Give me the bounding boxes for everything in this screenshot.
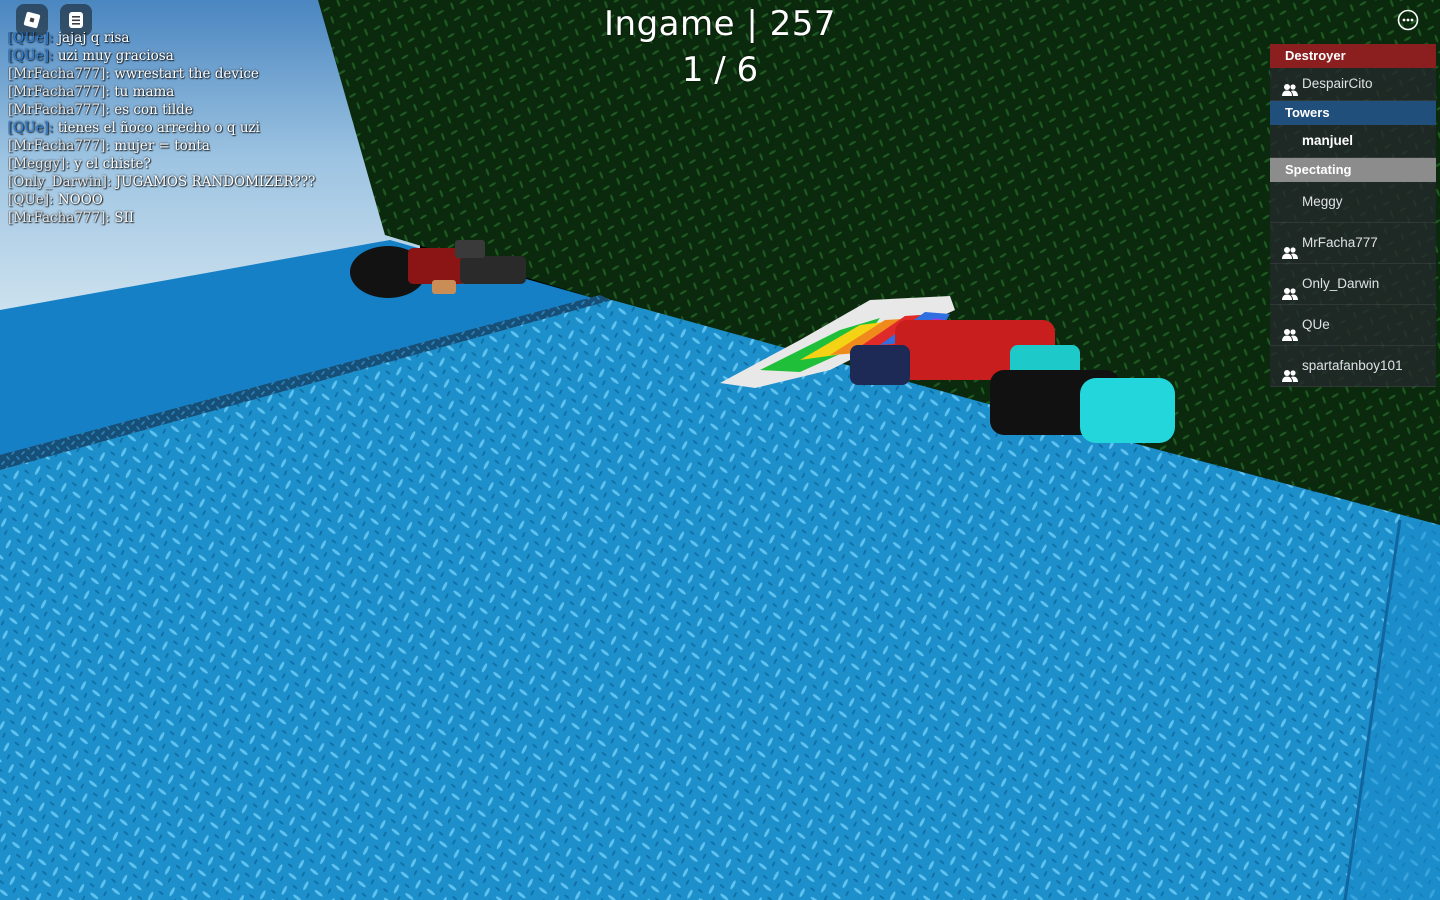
friends-icon bbox=[1282, 236, 1298, 259]
more-options-button[interactable] bbox=[1397, 9, 1419, 31]
chat-message-text: tienes el ñoco arrecho o q uzi bbox=[53, 120, 260, 136]
chat-message: [Only_Darwin]: JUGAMOS RANDOMIZER??? bbox=[8, 173, 315, 191]
chat-message-author[interactable]: [QUe]: bbox=[8, 192, 54, 208]
chat-message-text: JUGAMOS RANDOMIZER??? bbox=[111, 174, 316, 190]
chat-message-text: jajaj q risa bbox=[53, 32, 130, 46]
player-name: QUe bbox=[1302, 317, 1330, 332]
chat-icon bbox=[69, 12, 83, 28]
chat-message: [MrFacha777]: es con tilde bbox=[8, 101, 315, 119]
chat-message: [QUe]: uzi muy graciosa bbox=[8, 47, 315, 65]
team-header-towers: Towers bbox=[1270, 101, 1436, 125]
chat-message-author[interactable]: [QUe]: bbox=[8, 120, 54, 136]
chat-message-author[interactable]: [QUe]: bbox=[8, 32, 54, 46]
chat-message: [QUe]: tienes el ñoco arrecho o q uzi bbox=[8, 119, 315, 137]
chat-message: [MrFacha777]: wwrestart the device bbox=[8, 65, 315, 83]
roblox-logo-icon bbox=[23, 11, 41, 29]
chat-message-author[interactable]: [MrFacha777]: bbox=[8, 84, 110, 100]
chat-message-text: NOOO bbox=[53, 192, 103, 208]
friends-icon bbox=[1282, 359, 1298, 382]
team-header-spectating: Spectating bbox=[1270, 158, 1436, 182]
chat-message-text: SII bbox=[109, 210, 135, 226]
player-count: 1 / 6 bbox=[681, 50, 759, 90]
player-name: spartafanboy101 bbox=[1302, 358, 1403, 373]
player-row[interactable]: QUe bbox=[1270, 305, 1436, 346]
player-row[interactable]: manjuel bbox=[1270, 125, 1436, 158]
chat-message: [Meggy]: y el chiste? bbox=[8, 155, 315, 173]
chat-message-author[interactable]: [QUe]: bbox=[8, 48, 54, 64]
player-list: Destroyer DespairCito Towers manjuel Spectat… bbox=[1270, 44, 1436, 387]
chat-message-text: mujer = tonta bbox=[109, 138, 210, 154]
chat-message-author[interactable]: [Meggy]: bbox=[8, 156, 70, 172]
chat-message: [MrFacha777]: mujer = tonta bbox=[8, 137, 315, 155]
friends-icon bbox=[1282, 277, 1298, 300]
player-row[interactable]: MrFacha777 bbox=[1270, 223, 1436, 264]
chat-message: [MrFacha777]: SII bbox=[8, 209, 315, 227]
friends-icon bbox=[1282, 77, 1298, 96]
chat-message-text: y el chiste? bbox=[69, 156, 151, 172]
chat-message: [QUe]: NOOO bbox=[8, 191, 315, 209]
chat-message: [MrFacha777]: tu mama bbox=[8, 83, 315, 101]
chat-messages: [QUe]: jajaj q risa [QUe]: uzi muy gracio… bbox=[8, 32, 315, 227]
more-options-icon bbox=[1397, 9, 1419, 31]
chat-message-author[interactable]: [Only_Darwin]: bbox=[8, 174, 111, 190]
player-name: MrFacha777 bbox=[1302, 235, 1378, 250]
chat-message-author[interactable]: [MrFacha777]: bbox=[8, 102, 110, 118]
player-name: Meggy bbox=[1302, 194, 1343, 209]
chat-message-author[interactable]: [MrFacha777]: bbox=[8, 210, 110, 226]
chat-message-author[interactable]: [MrFacha777]: bbox=[8, 138, 110, 154]
chat-message-text: wwrestart the device bbox=[109, 66, 259, 82]
game-status-title: Ingame | 257 bbox=[604, 4, 836, 44]
chat-message-text: tu mama bbox=[109, 84, 175, 100]
chat-message-author[interactable]: [MrFacha777]: bbox=[8, 66, 110, 82]
team-header-destroyer: Destroyer bbox=[1270, 44, 1436, 68]
friends-icon bbox=[1282, 318, 1298, 341]
chat-window[interactable]: [QUe]: jajaj q risa [QUe]: uzi muy gracio… bbox=[8, 32, 388, 232]
player-row[interactable]: Only_Darwin bbox=[1270, 264, 1436, 305]
chat-message: [QUe]: jajaj q risa bbox=[8, 32, 315, 47]
player-row[interactable]: DespairCito bbox=[1270, 68, 1436, 101]
chat-message-text: uzi muy graciosa bbox=[53, 48, 174, 64]
player-name: Only_Darwin bbox=[1302, 276, 1380, 291]
player-row[interactable]: spartafanboy101 bbox=[1270, 346, 1436, 387]
chat-message-text: es con tilde bbox=[109, 102, 193, 118]
player-name: manjuel bbox=[1302, 133, 1354, 148]
player-name: DespairCito bbox=[1302, 76, 1373, 91]
player-row[interactable]: Meggy bbox=[1270, 182, 1436, 223]
